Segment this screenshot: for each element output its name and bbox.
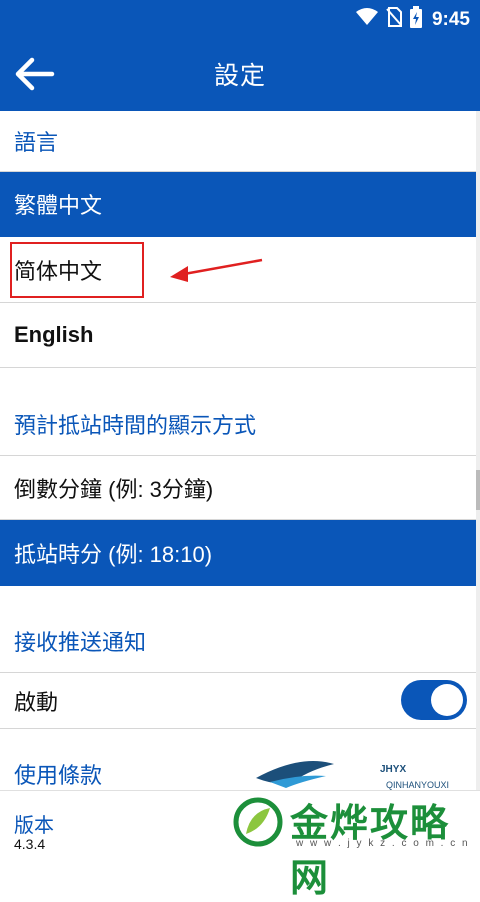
wifi-icon — [355, 8, 378, 31]
version-label: 版本 — [14, 815, 54, 837]
option-english[interactable]: English — [0, 303, 476, 368]
watermark-url: w w w . j y k z . c o m . c n — [296, 838, 470, 849]
status-icons: 9:45 — [355, 6, 470, 33]
status-time: 9:45 — [431, 8, 470, 30]
section-header-push-notifications: 接收推送通知 — [0, 610, 476, 673]
app-bar: 設定 — [0, 34, 480, 111]
watermark: JHYX QINHANYOUXI 金烨攻略网 w w w . j y k z .… — [230, 752, 480, 900]
section-header-language: 語言 — [0, 111, 476, 172]
option-countdown-minutes[interactable]: 倒數分鐘 (例: 3分鐘) — [0, 456, 476, 520]
no-sim-icon — [386, 7, 402, 32]
push-notification-label: 啟動 — [14, 689, 59, 715]
page-title: 設定 — [213, 62, 266, 90]
terms-label: 使用條款 — [14, 763, 103, 788]
section-header-arrival-time: 預計抵站時間的顯示方式 — [0, 392, 476, 456]
toggle-knob — [431, 684, 463, 716]
annotation-highlight-box — [10, 242, 144, 298]
option-traditional-chinese[interactable]: 繁體中文 — [0, 172, 476, 237]
watermark-logo-text: JHYX — [380, 764, 407, 775]
annotation-arrow-icon — [166, 256, 266, 289]
option-arrival-clock-time[interactable]: 抵站時分 (例: 18:10) — [0, 520, 476, 586]
watermark-logo-subtext: QINHANYOUXI — [386, 780, 450, 790]
version-number: 4.3.4 — [14, 836, 46, 852]
push-notification-toggle[interactable] — [401, 680, 467, 720]
battery-charging-icon — [409, 6, 422, 33]
scrollbar-thumb[interactable] — [476, 470, 480, 510]
status-bar: 9:45 — [0, 0, 480, 34]
